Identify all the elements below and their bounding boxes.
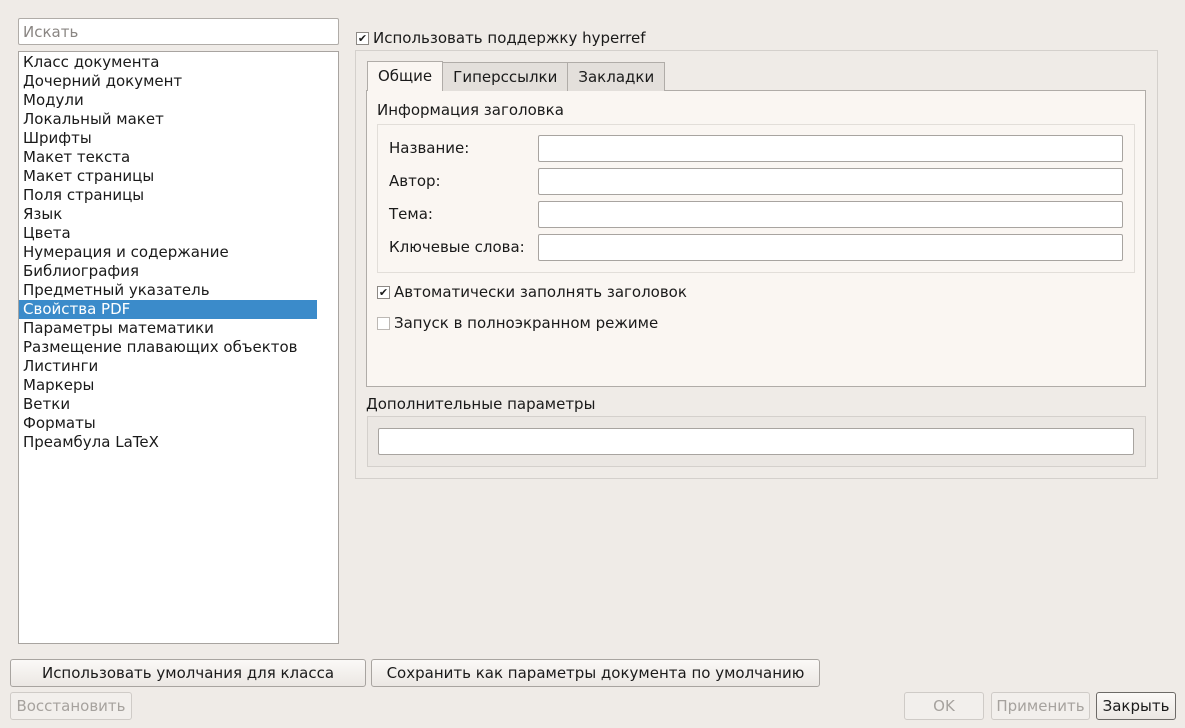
nav-item-colors[interactable]: Цвета bbox=[19, 224, 317, 243]
extra-options-title: Дополнительные параметры bbox=[366, 395, 596, 413]
header-info-title: Информация заголовка bbox=[377, 101, 564, 119]
restore-button[interactable]: Восстановить bbox=[10, 692, 132, 720]
search-input[interactable] bbox=[18, 18, 339, 45]
nav-item-bullets[interactable]: Маркеры bbox=[19, 376, 317, 395]
fullscreen-label: Запуск в полноэкранном режиме bbox=[394, 314, 659, 332]
fullscreen-checkbox[interactable] bbox=[377, 316, 390, 330]
nav-item-listings[interactable]: Листинги bbox=[19, 357, 317, 376]
nav-item-latex-preamble[interactable]: Преамбула LaTeX bbox=[19, 433, 317, 452]
author-label: Автор: bbox=[389, 172, 441, 190]
nav-item-formats[interactable]: Форматы bbox=[19, 414, 317, 433]
nav-item-fonts[interactable]: Шрифты bbox=[19, 129, 317, 148]
apply-button[interactable]: Применить bbox=[991, 692, 1090, 720]
nav-item-bibliography[interactable]: Библиография bbox=[19, 262, 317, 281]
nav-item-index[interactable]: Предметный указатель bbox=[19, 281, 317, 300]
hyperref-checkbox[interactable]: ✔ bbox=[356, 31, 369, 45]
nav-item-branches[interactable]: Ветки bbox=[19, 395, 317, 414]
subject-label: Тема: bbox=[389, 205, 433, 223]
settings-category-list[interactable]: Класс документа Дочерний документ Модули… bbox=[18, 51, 339, 644]
nav-item-float-placement[interactable]: Размещение плавающих объектов bbox=[19, 338, 317, 357]
close-button[interactable]: Закрыть bbox=[1096, 692, 1176, 720]
hyperref-checkbox-row[interactable]: ✔ Использовать поддержку hyperref bbox=[356, 28, 646, 48]
nav-item-pdf-properties[interactable]: Свойства PDF bbox=[19, 300, 317, 319]
nav-item-child-document[interactable]: Дочерний документ bbox=[19, 72, 317, 91]
nav-item-local-layout[interactable]: Локальный макет bbox=[19, 110, 317, 129]
tab-bar: Общие Гиперссылки Закладки bbox=[367, 61, 666, 91]
keywords-field[interactable] bbox=[538, 234, 1123, 261]
nav-item-document-class[interactable]: Класс документа bbox=[19, 53, 317, 72]
tab-hyperlinks[interactable]: Гиперссылки bbox=[442, 62, 569, 91]
author-field[interactable] bbox=[538, 168, 1123, 195]
extra-options-field[interactable] bbox=[378, 428, 1134, 455]
tab-bookmarks[interactable]: Закладки bbox=[567, 62, 666, 91]
nav-item-text-layout[interactable]: Макет текста bbox=[19, 148, 317, 167]
nav-item-math-options[interactable]: Параметры математики bbox=[19, 319, 317, 338]
keywords-label: Ключевые слова: bbox=[389, 238, 525, 256]
nav-item-numbering-toc[interactable]: Нумерация и содержание bbox=[19, 243, 317, 262]
tab-general[interactable]: Общие bbox=[367, 61, 444, 91]
title-field[interactable] bbox=[538, 135, 1123, 162]
ok-button[interactable]: OK bbox=[904, 692, 984, 720]
auto-fill-label: Автоматически заполнять заголовок bbox=[394, 283, 687, 301]
nav-item-modules[interactable]: Модули bbox=[19, 91, 317, 110]
nav-item-page-layout[interactable]: Макет страницы bbox=[19, 167, 317, 186]
subject-field[interactable] bbox=[538, 201, 1123, 228]
fullscreen-row[interactable]: Запуск в полноэкранном режиме bbox=[377, 313, 658, 333]
checkmark-icon: ✔ bbox=[357, 31, 368, 45]
save-as-defaults-button[interactable]: Сохранить как параметры документа по умо… bbox=[371, 659, 820, 687]
auto-fill-row[interactable]: ✔ Автоматически заполнять заголовок bbox=[377, 282, 687, 302]
nav-item-page-margins[interactable]: Поля страницы bbox=[19, 186, 317, 205]
checkmark-icon: ✔ bbox=[378, 285, 389, 299]
nav-item-language[interactable]: Язык bbox=[19, 205, 317, 224]
hyperref-label: Использовать поддержку hyperref bbox=[373, 29, 646, 47]
auto-fill-checkbox[interactable]: ✔ bbox=[377, 285, 390, 299]
title-label: Название: bbox=[389, 139, 470, 157]
use-class-defaults-button[interactable]: Использовать умолчания для класса bbox=[10, 659, 366, 687]
